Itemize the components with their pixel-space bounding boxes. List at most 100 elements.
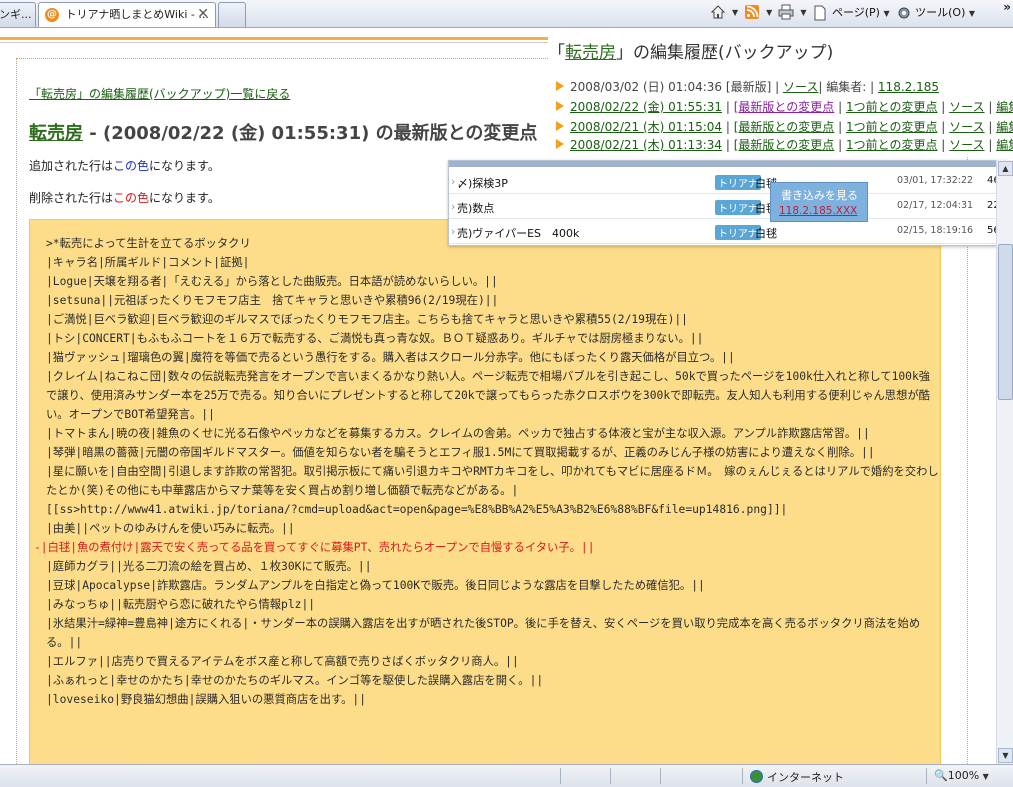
history-link[interactable]: ソース bbox=[949, 138, 984, 152]
security-zone-label: インターネット bbox=[767, 771, 844, 784]
history-row: 2008/02/21 (木) 01:13:34 | [最新版との変更点 | 1つ… bbox=[556, 136, 1013, 153]
server-tag: トリアナ bbox=[715, 175, 761, 190]
history-link[interactable]: 118.2.185 bbox=[878, 80, 939, 94]
page-icon bbox=[814, 5, 826, 20]
history-label: | 編集者: bbox=[818, 80, 867, 94]
history-row: 2008/02/22 (金) 01:55:31 | [最新版との変更点 | 1つ… bbox=[556, 98, 1013, 115]
diff-line: |星に願いを|自由空間|引退します詐欺の常習犯。取引掲示板にて痛い引退カキコやR… bbox=[46, 465, 939, 497]
zoom-level: 100% bbox=[947, 769, 980, 782]
tab-current[interactable]: @ トリアナ晒しまとめWiki - ... ✕ bbox=[38, 2, 216, 27]
history-date-link[interactable]: 2008/02/21 (木) 01:13:34 bbox=[570, 138, 722, 152]
history-title: 「転売房」の編集履歴(バックアップ) bbox=[548, 43, 834, 63]
diff-line: |由美||ペットのゆみけんを使い巧みに転売。|| bbox=[46, 522, 295, 535]
diff-line: |Logue|天壌を翔る者|「えむえる」から落とした曲販売。日本語が読めないらし… bbox=[46, 275, 498, 288]
history-link[interactable]: ソース bbox=[783, 80, 818, 94]
edit-history-panel: 「転売房」の編集履歴(バックアップ) 2008/03/02 (日) 01:04:… bbox=[548, 28, 1013, 156]
thread-date: 03/01, 17:32:22 bbox=[897, 175, 974, 186]
thread-user[interactable]: 白毬 bbox=[755, 225, 777, 241]
thread-row[interactable]: ›売)数点トリアナ白毬02/17, 12:04:31229 bbox=[449, 194, 1007, 219]
scroll-up-icon[interactable]: ▲ bbox=[998, 161, 1013, 176]
scroll-down-icon[interactable]: ▼ bbox=[998, 748, 1013, 763]
history-title-link[interactable]: 転売房 bbox=[565, 43, 616, 63]
tooltip-view-posts[interactable]: 書き込みを見る bbox=[781, 187, 858, 203]
diff-line: |ご満悦|巨ベラ歓迎|巨ベラ歓迎のギルマスでぼったくりモフモフ店主。こちらも捨て… bbox=[46, 313, 688, 326]
view-posts-tooltip[interactable]: 書き込みを見る 118.2.185.XXX bbox=[770, 182, 868, 222]
diff-line: |みなっちゅ||転売厨やら恋に破れたやら情報plz|| bbox=[46, 598, 316, 611]
bullet-triangle-icon bbox=[556, 121, 564, 131]
history-link[interactable]: ソース bbox=[949, 120, 984, 134]
diff-line: |エルファ||店売りで買えるアイテムをボス産と称して高額で売りさばくボッタクリ商… bbox=[46, 655, 519, 668]
site-favicon-icon: @ bbox=[45, 8, 59, 22]
page-title-link[interactable]: 転売房 bbox=[29, 123, 83, 144]
status-bar: インターネット 🔍100% ▼ bbox=[0, 764, 1013, 787]
feeds-icon[interactable] bbox=[744, 4, 760, 20]
chevron-overflow-icon[interactable]: » bbox=[1003, 0, 1011, 14]
diff-line: |庭師カグラ||光る二刀流の絵を買占め、１枚30Kにて販売。|| bbox=[46, 560, 372, 573]
new-tab-button[interactable] bbox=[218, 2, 246, 27]
zoom-dropdown-icon[interactable]: ▼ bbox=[983, 772, 989, 781]
chevron-right-icon: › bbox=[451, 200, 456, 213]
home-icon[interactable] bbox=[710, 4, 726, 20]
page-title: 転売房 - (2008/02/22 (金) 01:55:31) の最新版との変更… bbox=[29, 119, 537, 145]
history-link[interactable]: 編集 bbox=[996, 120, 1013, 134]
history-date-link[interactable]: 2008/02/21 (木) 01:15:04 bbox=[570, 120, 722, 134]
feeds-dropdown-icon[interactable]: ▼ bbox=[766, 8, 772, 17]
security-zone: インターネット bbox=[750, 769, 844, 785]
diff-line: |猫ヴァッシュ|瑠璃色の翼|魔符を等価で売るという愚行をする。購入者はスクロール… bbox=[46, 351, 735, 364]
back-to-history-link[interactable]: 「転売房」の編集履歴(バックアップ)一覧に戻る bbox=[29, 85, 290, 102]
added-lines-note: 追加された行はこの色になります。 bbox=[29, 159, 220, 173]
chevron-right-icon: › bbox=[451, 225, 456, 238]
history-link[interactable]: 1つ前との変更点 bbox=[846, 100, 938, 114]
history-date-link[interactable]: 2008/02/22 (金) 01:55:31 bbox=[570, 100, 722, 114]
thread-list-header bbox=[449, 161, 1007, 167]
history-link[interactable]: [最新版との変更点 bbox=[734, 138, 835, 152]
history-label: [最新版] bbox=[725, 80, 772, 94]
scrollbar-thumb[interactable] bbox=[998, 244, 1013, 400]
history-link[interactable]: 1つ前との変更点 bbox=[846, 138, 938, 152]
diff-line: |クレイム|ねこねこ団|数々の伝説転売発言をオープンで言いまくるかなり熱い人。ペ… bbox=[46, 370, 931, 421]
chevron-right-icon: › bbox=[451, 175, 456, 188]
diff-line: |ふぁれっと|幸せのかたち|幸せのかたちのギルマス。インゴ等を駆使した誤購入露店… bbox=[46, 674, 544, 687]
bullet-triangle-icon bbox=[556, 139, 564, 149]
thread-title[interactable]: 〆)探検3P bbox=[457, 175, 508, 191]
print-icon[interactable] bbox=[778, 4, 794, 20]
history-link[interactable]: [最新版との変更点 bbox=[734, 100, 835, 114]
home-dropdown-icon[interactable]: ▼ bbox=[732, 8, 738, 17]
server-tag: トリアナ bbox=[715, 200, 761, 215]
diff-line: |トシ|CONCERT|もふもふコートを１６万で転売する、ご満悦も真っ青な奴。Ｂ… bbox=[46, 332, 704, 345]
history-link[interactable]: 1つ前との変更点 bbox=[846, 120, 938, 134]
deleted-color-sample: この色 bbox=[113, 191, 150, 205]
history-link[interactable]: [最新版との変更点 bbox=[734, 120, 835, 134]
history-date: 2008/03/02 (日) 01:04:36 bbox=[570, 80, 723, 94]
tools-menu[interactable]: ツール(O) ▼ bbox=[896, 4, 975, 21]
tab-previous[interactable]: ンギ... bbox=[0, 2, 36, 27]
history-link[interactable]: ソース bbox=[949, 100, 984, 114]
diff-line: |氷結果汁=緑神=豊島神|途方にくれる|・サンダー本の誤購入露店を出すが晒された… bbox=[46, 617, 921, 649]
browser-tab-bar: ンギ... @ トリアナ晒しまとめWiki - ... ✕ ▼ ▼ ▼ ページ(… bbox=[0, 0, 1013, 28]
diff-line: |豆球|Apocalypse|詐欺露店。ランダムアンプルを白指定と偽って100K… bbox=[46, 579, 705, 592]
tooltip-ip-link[interactable]: 118.2.185.XXX bbox=[779, 205, 857, 217]
server-tag: トリアナ bbox=[715, 225, 761, 240]
thread-title[interactable]: 売)ヴァイパーES 400k bbox=[457, 225, 579, 241]
history-link[interactable]: 編集 bbox=[996, 100, 1013, 114]
zoom-control[interactable]: 🔍100% ▼ bbox=[934, 769, 989, 782]
history-link[interactable]: 編集 bbox=[996, 138, 1013, 152]
bullet-triangle-icon bbox=[556, 81, 564, 91]
tab-label: トリアナ晒しまとめWiki - ... bbox=[65, 8, 209, 21]
thread-title[interactable]: 売)数点 bbox=[457, 200, 494, 216]
print-dropdown-icon[interactable]: ▼ bbox=[800, 8, 806, 17]
history-row: 2008/03/02 (日) 01:04:36 [最新版] | ソース| 編集者… bbox=[556, 78, 939, 95]
diff-line-deleted: -|白毬|魚の煮付け|露天で安く売ってる品を買ってすぐに募集PT、売れたらオープ… bbox=[34, 541, 595, 554]
page-menu-label: ページ(P) bbox=[831, 5, 880, 19]
page-menu[interactable]: ページ(P) ▼ bbox=[812, 4, 890, 21]
diff-line: [[ss>http://www41.atwiki.jp/toriana/?cmd… bbox=[46, 503, 788, 516]
diff-line: |琴弾|暗黒の薔薇|元闇の帝国ギルドマスター。価値を知らない者を騙そうとエフィ服… bbox=[46, 446, 875, 459]
zoom-icon: 🔍 bbox=[934, 769, 948, 782]
tab-label: ンギ... bbox=[0, 8, 32, 21]
thread-row[interactable]: › 〆)探検3P トリアナ 白毬 03/01, 17:32:22 46 bbox=[449, 169, 1007, 194]
vertical-scrollbar[interactable]: ▲ ▼ bbox=[996, 160, 1013, 764]
diff-line: |setsuna||元祖ぼったくりモフモフ店主 捨てキャラと思いきや累積96(2… bbox=[46, 294, 499, 307]
thread-row[interactable]: › 売)ヴァイパーES 400k トリアナ 白毬 02/15, 18:19:16 56 bbox=[449, 219, 1007, 244]
tab-close-icon[interactable]: ✕ bbox=[197, 3, 209, 26]
gear-icon bbox=[898, 7, 910, 18]
